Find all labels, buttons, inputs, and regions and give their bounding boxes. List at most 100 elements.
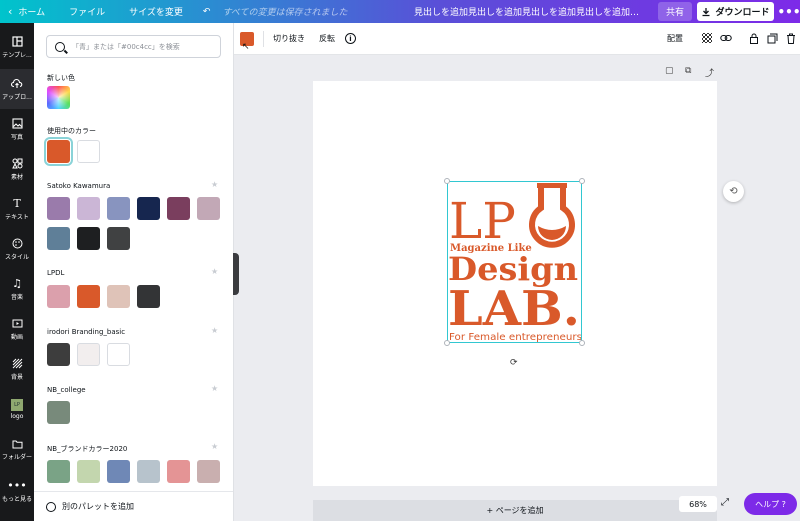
resize-handle[interactable]: [444, 340, 450, 346]
palette-title: Satoko Kawamura: [47, 182, 111, 190]
transparency-icon[interactable]: [701, 32, 713, 44]
rail-item-photos[interactable]: 写真: [0, 109, 34, 149]
rail-label: もっと見る: [1, 495, 32, 503]
in-use-swatch[interactable]: [44, 137, 73, 166]
edit-toolbar: ↖ 切り抜き 反転 i 配置: [234, 23, 800, 55]
add-palette-button[interactable]: 別のパレットを追加: [34, 491, 233, 521]
palette-title: NB_ブランドカラー2020: [47, 445, 128, 453]
add-page-icon[interactable]: ⤴: [705, 66, 714, 79]
rail-label: テキスト: [5, 213, 29, 221]
palette-swatch[interactable]: [167, 197, 190, 220]
rail-item-more[interactable]: ••• もっと見る: [0, 471, 34, 511]
position-button[interactable]: 配置: [667, 33, 683, 44]
palette-swatch[interactable]: [47, 401, 70, 424]
palette-swatch[interactable]: [107, 285, 130, 308]
zoom-level[interactable]: 68%: [679, 496, 717, 512]
add-page-button[interactable]: + ページを追加: [313, 500, 717, 521]
link-icon[interactable]: [720, 32, 732, 44]
palette-swatch[interactable]: [197, 460, 220, 483]
chevron-left-icon: ‹: [8, 5, 13, 18]
download-button[interactable]: ダウンロード: [697, 2, 774, 21]
palette-swatch[interactable]: [107, 197, 130, 220]
color-search[interactable]: [46, 35, 221, 58]
palette-swatch[interactable]: [137, 285, 160, 308]
resize-handle[interactable]: [579, 178, 585, 184]
palette-swatch[interactable]: [107, 460, 130, 483]
file-menu[interactable]: ファイル: [69, 5, 105, 18]
palette-swatch[interactable]: [77, 197, 100, 220]
rail-item-folders[interactable]: フォルダー: [0, 429, 34, 469]
lock-icon[interactable]: [748, 32, 760, 44]
pointer-cursor-icon: ↖: [242, 42, 250, 52]
rail-item-elements[interactable]: 素材: [0, 149, 34, 189]
in-use-title: 使用中のカラー: [47, 127, 96, 135]
rail-label: 動画: [10, 333, 23, 341]
palette-swatch[interactable]: [77, 285, 100, 308]
fullscreen-icon[interactable]: ⤢: [721, 497, 729, 508]
rail-item-logo[interactable]: LP logo: [0, 389, 34, 429]
palette-swatch[interactable]: [77, 343, 100, 366]
home-button[interactable]: ‹ ホーム: [8, 5, 45, 18]
more-options-icon[interactable]: •••: [778, 2, 800, 21]
info-icon[interactable]: i: [345, 33, 356, 44]
toolbar-divider: [263, 31, 264, 47]
palette-swatch[interactable]: [107, 227, 130, 250]
panel-collapse-handle[interactable]: [233, 253, 239, 295]
resize-handle[interactable]: [444, 178, 450, 184]
rail-item-video[interactable]: 動画: [0, 309, 34, 349]
color-search-input[interactable]: [72, 42, 212, 51]
star-icon[interactable]: ★: [211, 326, 218, 335]
palette-swatch[interactable]: [77, 460, 100, 483]
palette-swatch[interactable]: [137, 197, 160, 220]
new-color-title: 新しい色: [47, 74, 75, 82]
help-button[interactable]: ヘルプ ?: [744, 493, 797, 515]
rail-item-templates[interactable]: テンプレ...: [0, 27, 34, 67]
star-icon[interactable]: ★: [211, 384, 218, 393]
copy-page-icon[interactable]: ⧉: [685, 66, 691, 76]
template-icon: [11, 36, 23, 48]
note-icon[interactable]: ▢: [665, 66, 674, 76]
trash-icon[interactable]: [785, 32, 797, 44]
rail-label: スタイル: [4, 253, 29, 261]
palette-swatch[interactable]: [197, 197, 220, 220]
rail-label: 写真: [10, 133, 23, 141]
flip-button[interactable]: 反転: [319, 33, 335, 44]
video-icon: [11, 318, 23, 330]
folder-icon: [11, 438, 23, 450]
palette-swatch[interactable]: [47, 343, 70, 366]
palette-swatch[interactable]: [77, 227, 100, 250]
top-bar: ‹ ホーム ファイル サイズを変更 ↶ すべての変更は保存されました 見出しを追…: [0, 0, 800, 23]
selection-box[interactable]: [447, 181, 582, 343]
crop-button[interactable]: 切り抜き: [273, 33, 305, 44]
refresh-icon[interactable]: ⟲: [723, 181, 744, 202]
more-icon: •••: [7, 479, 27, 492]
share-button[interactable]: 共有: [658, 2, 692, 21]
palette-swatch[interactable]: [47, 285, 70, 308]
duplicate-icon[interactable]: [766, 32, 778, 44]
rail-item-styles[interactable]: スタイル: [0, 229, 34, 269]
palette-swatch[interactable]: [47, 460, 70, 483]
rail-label: 音楽: [10, 293, 23, 301]
rotate-icon[interactable]: ⟳: [510, 358, 518, 368]
rail-item-text[interactable]: T テキスト: [0, 189, 34, 229]
rail-item-uploads[interactable]: アップロ...: [0, 69, 34, 109]
new-color-picker[interactable]: [47, 86, 70, 109]
saved-status: すべての変更は保存されました: [222, 8, 348, 18]
elements-icon: [11, 158, 23, 170]
star-icon[interactable]: ★: [211, 442, 218, 451]
undo-icon[interactable]: ↶: [203, 7, 211, 17]
resize-menu[interactable]: サイズを変更: [129, 5, 183, 18]
palette-title: irodori Branding_basic: [47, 328, 126, 336]
rail-item-music[interactable]: ♫ 音楽: [0, 269, 34, 309]
resize-handle[interactable]: [579, 340, 585, 346]
star-icon[interactable]: ★: [211, 180, 218, 189]
palette-swatch[interactable]: [47, 197, 70, 220]
palette-swatch[interactable]: [47, 227, 70, 250]
in-use-swatch[interactable]: [77, 140, 100, 163]
palette-swatch[interactable]: [107, 343, 130, 366]
palette-swatch[interactable]: [167, 460, 190, 483]
palette-swatch[interactable]: [137, 460, 160, 483]
document-title[interactable]: 見出しを追加見出しを追加見出しを追加見出しを追加見出しを...: [414, 5, 644, 18]
rail-item-background[interactable]: 背景: [0, 349, 34, 389]
star-icon[interactable]: ★: [211, 267, 218, 276]
